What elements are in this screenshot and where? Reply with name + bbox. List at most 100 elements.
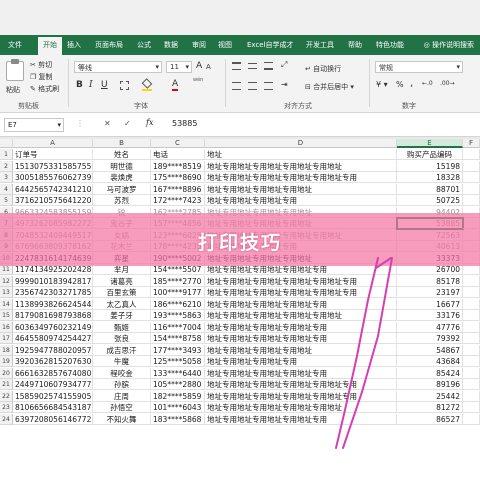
column-header[interactable]: A bbox=[13, 139, 93, 148]
currency-icon[interactable]: ¥ ▾ bbox=[376, 80, 388, 89]
ribbon-tab[interactable]: 特色功能 bbox=[376, 40, 404, 50]
row-header[interactable]: 17 bbox=[0, 333, 13, 344]
cell-phone[interactable]: 125****5058 bbox=[151, 356, 205, 367]
cell-phone[interactable]: 154****8758 bbox=[151, 333, 205, 344]
column-header[interactable]: F bbox=[463, 139, 480, 148]
cell-empty[interactable] bbox=[463, 379, 480, 390]
row-header[interactable]: 3 bbox=[0, 172, 13, 183]
orientation-icon[interactable]: ⤢ bbox=[281, 60, 287, 70]
cell-name[interactable]: 程咬金 bbox=[93, 367, 151, 379]
cell-phone[interactable]: 177****3493 bbox=[151, 344, 205, 356]
paste-button[interactable]: 粘贴 bbox=[6, 85, 20, 95]
tell-me-search[interactable]: ◎ 操作说明搜索 bbox=[424, 40, 474, 50]
ribbon-tab[interactable]: 公式 bbox=[137, 40, 151, 50]
column-header[interactable]: B bbox=[93, 139, 151, 148]
cell-name[interactable]: 诸葛亮 bbox=[93, 275, 151, 287]
cell-product-code[interactable]: 86527 bbox=[397, 413, 463, 425]
border-icon[interactable] bbox=[120, 81, 129, 90]
cell-name[interactable]: 不知火舞 bbox=[93, 413, 151, 425]
cell-product-code[interactable]: 88701 bbox=[397, 183, 463, 195]
cell-phone[interactable]: 189****8519 bbox=[151, 160, 205, 172]
cell-name[interactable]: 孙膑 bbox=[93, 379, 151, 390]
cell-address[interactable]: 地址专用地址专用地址专用地址专用地址专用 bbox=[205, 390, 397, 402]
percent-button[interactable]: % bbox=[396, 80, 404, 89]
decrease-decimal-icon[interactable]: .00→ bbox=[440, 80, 455, 87]
row-header[interactable]: 5 bbox=[0, 195, 13, 206]
ribbon-tab[interactable]: 开始 bbox=[38, 37, 62, 56]
underline-button[interactable]: U bbox=[101, 80, 108, 90]
cell-empty[interactable] bbox=[463, 390, 480, 402]
align-right-icon[interactable] bbox=[264, 82, 273, 90]
cell-empty[interactable] bbox=[463, 310, 480, 321]
cell-name[interactable]: 裴焕虎 bbox=[93, 172, 151, 183]
ribbon-tab[interactable]: Excel自学成才 bbox=[247, 40, 294, 50]
ribbon-tab[interactable]: 开发工具 bbox=[306, 40, 334, 50]
cell-address[interactable]: 地址专用地址专用地址专用地址专用地址 bbox=[205, 402, 397, 413]
comma-button[interactable]: , bbox=[410, 78, 413, 89]
cell-name[interactable]: 孙悟空 bbox=[93, 402, 151, 413]
cell-name[interactable]: 牛魔 bbox=[93, 356, 151, 367]
cell-empty[interactable] bbox=[463, 298, 480, 310]
cell-phone[interactable]: 183****5868 bbox=[151, 413, 205, 425]
cell-empty[interactable] bbox=[463, 356, 480, 367]
row-header[interactable]: 21 bbox=[0, 379, 13, 390]
column-header[interactable]: C bbox=[151, 139, 205, 148]
cell-product-code[interactable]: 33176 bbox=[397, 310, 463, 321]
cell-name[interactable]: 百里玄策 bbox=[93, 287, 151, 298]
cell-phone[interactable]: 175****8690 bbox=[151, 172, 205, 183]
cell-phone[interactable]: 电话 bbox=[151, 149, 205, 160]
cell-order-id[interactable]: 订单号 bbox=[13, 149, 93, 160]
cell-address[interactable]: 地址专用地址专用地址专用地址专用 bbox=[205, 367, 397, 379]
cut-button[interactable]: ✂ 剪切 bbox=[30, 60, 52, 70]
row-header[interactable]: 2 bbox=[0, 160, 13, 172]
cell-phone[interactable]: 193****5863 bbox=[151, 310, 205, 321]
cell-address[interactable]: 地址专用地址专用地址专用地址专用 bbox=[205, 321, 397, 333]
ribbon-tab[interactable]: 帮助 bbox=[348, 40, 362, 50]
cell-order-id[interactable]: 8179081698793868 bbox=[13, 310, 93, 321]
cell-empty[interactable] bbox=[463, 172, 480, 183]
cell-product-code[interactable]: 54867 bbox=[397, 344, 463, 356]
cell-address[interactable]: 地址 bbox=[205, 149, 397, 160]
cell-order-id[interactable]: 3920362815207630 bbox=[13, 356, 93, 367]
cancel-icon[interactable]: ✕ bbox=[104, 119, 111, 128]
cell-name[interactable]: 姜子牙 bbox=[93, 310, 151, 321]
cell-empty[interactable] bbox=[463, 275, 480, 287]
ribbon-tab[interactable]: 数据 bbox=[164, 40, 178, 50]
cell-name[interactable]: 张良 bbox=[93, 333, 151, 344]
row-header[interactable]: 12 bbox=[0, 275, 13, 287]
indent-icon[interactable]: ⇥ bbox=[281, 80, 288, 89]
cell-order-id[interactable]: 3005185576062739 bbox=[13, 172, 93, 183]
cell-product-code[interactable]: 89196 bbox=[397, 379, 463, 390]
cell-product-code[interactable]: 50725 bbox=[397, 195, 463, 206]
cell-order-id[interactable]: 3716210575641220 bbox=[13, 195, 93, 206]
ribbon-tab[interactable]: 文件 bbox=[8, 40, 22, 50]
cell-address[interactable]: 地址专用地址专用地址专用地址专用 bbox=[205, 413, 397, 425]
row-header[interactable]: 20 bbox=[0, 367, 13, 379]
cell-product-code[interactable]: 15198 bbox=[397, 160, 463, 172]
cell-address[interactable]: 地址专用地址专用地址专用地址专用 bbox=[205, 333, 397, 344]
cell-phone[interactable]: 133****6440 bbox=[151, 367, 205, 379]
cell-order-id[interactable]: 1513075331585755 bbox=[13, 160, 93, 172]
row-header[interactable]: 4 bbox=[0, 183, 13, 195]
align-middle-icon[interactable] bbox=[248, 63, 257, 69]
cell-empty[interactable] bbox=[463, 287, 480, 298]
bold-button[interactable]: B bbox=[76, 80, 83, 90]
cell-address[interactable]: 地址专用地址专用地址专用地址专用地址专用 bbox=[205, 287, 397, 298]
fill-color-icon[interactable] bbox=[141, 78, 153, 91]
cell-address[interactable]: 地址专用地址专用地址专用地址专用地址专用 bbox=[205, 275, 397, 287]
row-header[interactable]: 13 bbox=[0, 287, 13, 298]
cell-phone[interactable]: 100****9177 bbox=[151, 287, 205, 298]
cell-address[interactable]: 地址专用地址专用地址专用地址专用地址 bbox=[205, 310, 397, 321]
cell-order-id[interactable]: 6036349760232149 bbox=[13, 321, 93, 333]
enter-icon[interactable]: ✓ bbox=[124, 119, 131, 128]
italic-button[interactable]: I bbox=[89, 80, 93, 90]
cell-product-code[interactable]: 43684 bbox=[397, 356, 463, 367]
cell-address[interactable]: 地址专用地址专用地址专用地址专用地址专用 bbox=[205, 172, 397, 183]
cell-name[interactable]: 甄姬 bbox=[93, 321, 151, 333]
phonetic-button[interactable]: wén bbox=[193, 77, 203, 83]
ribbon-tab[interactable]: 视图 bbox=[218, 40, 232, 50]
row-header[interactable]: 24 bbox=[0, 413, 13, 425]
cell-empty[interactable] bbox=[463, 413, 480, 425]
ribbon-tab[interactable]: 审阅 bbox=[192, 40, 206, 50]
cell-empty[interactable] bbox=[463, 344, 480, 356]
